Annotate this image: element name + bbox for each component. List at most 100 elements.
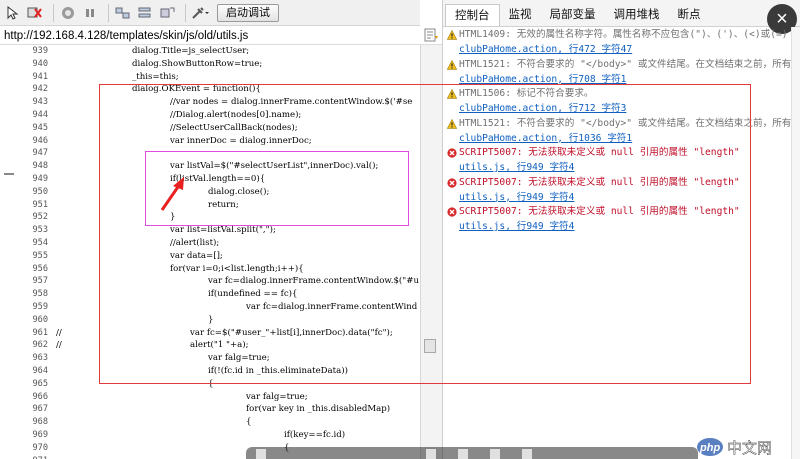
console-source-link[interactable]: utils.js, 行949 字符4 (459, 219, 574, 234)
line-number[interactable]: 955 (0, 250, 48, 263)
code-line[interactable]: 953 var list=listVal.split(","); (0, 224, 420, 237)
line-number[interactable]: 948 (0, 160, 48, 173)
code-line[interactable]: 943 //var nodes = dialog.innerFrame.conte… (0, 96, 420, 109)
line-number[interactable]: 967 (0, 403, 48, 416)
line-number[interactable]: 960 (0, 314, 48, 327)
line-number[interactable]: 968 (0, 416, 48, 429)
line-number[interactable]: 966 (0, 391, 48, 404)
code-line[interactable]: 942 dialog.OKEvent = function(){ (0, 83, 420, 96)
code-line[interactable]: 945 //SelectUserCallBack(nodes); (0, 122, 420, 135)
console-source-link[interactable]: utils.js, 行949 字符4 (459, 160, 574, 175)
source-code-pane[interactable]: 939 dialog.Title=js_selectUser; 940 dialog.… (0, 45, 420, 459)
line-number[interactable]: 950 (0, 186, 48, 199)
code-line[interactable]: 968 { (0, 416, 420, 429)
script-url-bar[interactable]: http://192.168.4.128/templates/skin/js/o… (0, 27, 442, 45)
line-number[interactable]: 947 (0, 147, 48, 160)
console-source-link[interactable]: clubPaHome.action, 行472 字符47 (459, 42, 632, 57)
tab-watch[interactable]: 监视 (500, 4, 541, 26)
tab-call-stack[interactable]: 调用堆栈 (605, 4, 669, 26)
save-icon[interactable] (458, 449, 468, 459)
line-number[interactable]: 953 (0, 224, 48, 237)
pause-icon[interactable] (81, 4, 99, 22)
line-number[interactable]: 940 (0, 58, 48, 71)
line-number[interactable]: 969 (0, 429, 48, 442)
clear-breakpoint-icon[interactable] (26, 4, 44, 22)
code-text: //var nodes = dialog.innerFrame.contentW… (170, 97, 413, 108)
console-source-link[interactable]: clubPaHome.action, 行1036 字符1 (459, 131, 632, 146)
start-debugging-button[interactable]: 启动调试 (217, 3, 279, 22)
line-number[interactable]: 954 (0, 237, 48, 250)
step-out-icon[interactable] (158, 4, 176, 22)
code-line[interactable]: 961 // var fc=$("#user_"+list[i],innerDoc)… (0, 327, 420, 340)
console-message: SCRIPT5007: 无法获取未定义或 null 引用的属性 "length"… (443, 175, 800, 205)
line-number[interactable]: 939 (0, 45, 48, 58)
console-scrollbar[interactable] (791, 27, 800, 459)
line-number[interactable]: 949 (0, 173, 48, 186)
code-line[interactable]: 964 if(!(fc.id in _this.eliminateData)) (0, 365, 420, 378)
code-line[interactable]: 952} (0, 211, 420, 224)
code-line[interactable]: 959 var fc=dialog.innerFrame.contentWind (0, 301, 420, 314)
code-line[interactable]: 956 for(var i=0;i<list.length;i++){ (0, 263, 420, 276)
code-vertical-scrollbar[interactable] (420, 45, 442, 459)
line-number[interactable]: 957 (0, 275, 48, 288)
console-source-link[interactable]: clubPaHome.action, 行708 字符1 (459, 72, 626, 87)
line-number[interactable]: 964 (0, 365, 48, 378)
line-number[interactable]: 963 (0, 352, 48, 365)
code-line[interactable]: 939 dialog.Title=js_selectUser; (0, 45, 420, 58)
menu-icon[interactable] (522, 449, 532, 459)
code-line[interactable]: 969 if(key==fc.id) (0, 429, 420, 442)
code-text: var innerDoc = dialog.innerDoc; (170, 135, 312, 146)
step-into-icon[interactable] (114, 4, 132, 22)
code-line[interactable]: 960} (0, 314, 420, 327)
code-line[interactable]: 954 //alert(list); (0, 237, 420, 250)
code-line[interactable]: 962 // alert("1 "+a); (0, 339, 420, 352)
line-number[interactable]: 959 (0, 301, 48, 314)
line-number[interactable]: 946 (0, 135, 48, 148)
code-line[interactable]: 946 var innerDoc = dialog.innerDoc; (0, 135, 420, 148)
code-line[interactable]: 941 _this=this; (0, 71, 420, 84)
code-line[interactable]: 966 var falg=true; (0, 391, 420, 404)
line-number[interactable]: 956 (0, 263, 48, 276)
rotate-icon[interactable] (490, 449, 500, 459)
code-line[interactable]: 957 var fc=dialog.innerFrame.contentWindo… (0, 275, 420, 288)
code-line[interactable]: 947 (0, 147, 420, 160)
code-line[interactable]: 963 var falg=true; (0, 352, 420, 365)
code-line[interactable]: 965 { (0, 378, 420, 391)
code-line[interactable]: 951 return; (0, 199, 420, 212)
line-number[interactable]: 952 (0, 211, 48, 224)
line-number[interactable]: 961 (0, 327, 48, 340)
code-line[interactable]: 950 dialog.close(); (0, 186, 420, 199)
code-line[interactable]: 958 if(undefined == fc){ (0, 288, 420, 301)
line-number[interactable]: 943 (0, 96, 48, 109)
line-number[interactable]: 970 (0, 442, 48, 455)
line-number[interactable]: 944 (0, 109, 48, 122)
settings-icon[interactable] (191, 4, 209, 22)
line-number[interactable]: 942 (0, 83, 48, 96)
code-line[interactable]: 967 for(var key in _this.disabledMap) (0, 403, 420, 416)
code-line[interactable]: 955 var data=[]; (0, 250, 420, 263)
step-over-icon[interactable] (136, 4, 154, 22)
code-line[interactable]: 948 var listVal=$("#selectUserList",inner… (0, 160, 420, 173)
console-source-link[interactable]: clubPaHome.action, 行712 字符3 (459, 101, 626, 116)
zoom-actual-icon[interactable] (256, 449, 266, 459)
line-number[interactable]: 945 (0, 122, 48, 135)
tab-breakpoints[interactable]: 断点 (669, 4, 710, 26)
code-line[interactable]: 949 if(listVal.length==0){ (0, 173, 420, 186)
script-list-icon[interactable] (424, 28, 440, 44)
line-number[interactable]: 958 (0, 288, 48, 301)
code-scrollbar-thumb[interactable] (424, 339, 436, 353)
console-source-link[interactable]: utils.js, 行949 字符4 (459, 190, 574, 205)
tab-locals[interactable]: 局部变量 (541, 4, 605, 26)
tab-console[interactable]: 控制台 (445, 4, 500, 26)
pointer-icon[interactable] (4, 4, 22, 22)
fit-window-icon[interactable] (426, 449, 436, 459)
code-text: //SelectUserCallBack(nodes); (170, 122, 298, 133)
line-number[interactable]: 941 (0, 71, 48, 84)
line-number[interactable]: 965 (0, 378, 48, 391)
line-number[interactable]: 962 (0, 339, 48, 352)
code-line[interactable]: 940 dialog.ShowButtonRow=true; (0, 58, 420, 71)
line-number[interactable]: 971 (0, 455, 48, 459)
line-number[interactable]: 951 (0, 199, 48, 212)
code-line[interactable]: 944 //Dialog.alert(nodes[0].name); (0, 109, 420, 122)
record-icon[interactable] (59, 4, 77, 22)
